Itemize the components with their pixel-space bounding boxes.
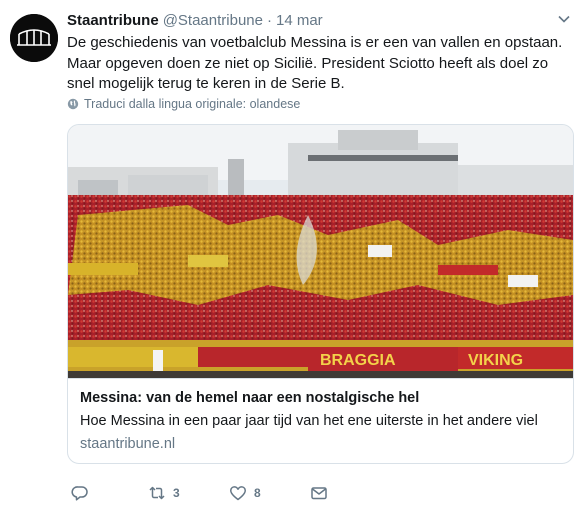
envelope-icon xyxy=(311,487,327,500)
card-body[interactable]: Messina: van de hemel naar een nostalgis… xyxy=(68,378,573,463)
globe-icon xyxy=(67,98,79,110)
tweet-text: De geschiedenis van voetbalclub Messina … xyxy=(67,34,563,92)
avatar[interactable] xyxy=(10,14,58,62)
card-image[interactable]: BRAGGIA VIKING xyxy=(68,125,573,378)
retweet-button[interactable]: 3 xyxy=(148,482,180,504)
banner-text-1: BRAGGIA xyxy=(320,352,396,369)
card-domain: staantribune.nl xyxy=(80,436,176,452)
translate-link[interactable]: Traduci dalla lingua originale: olandese xyxy=(67,97,300,111)
retweet-count: 3 xyxy=(173,486,180,500)
tweet-date[interactable]: 14 mar xyxy=(276,12,323,29)
like-count: 8 xyxy=(254,486,261,500)
chevron-down-icon[interactable] xyxy=(558,15,570,23)
card-title: Messina: van de hemel naar een nostalgis… xyxy=(80,390,420,406)
retweet-icon xyxy=(149,486,165,500)
card-description: Hoe Messina in een paar jaar tijd van he… xyxy=(80,413,538,429)
translate-label: Traduci dalla lingua originale: olandese xyxy=(84,97,301,111)
heart-icon xyxy=(230,486,246,501)
display-name[interactable]: Staantribune xyxy=(67,12,159,29)
reply-icon xyxy=(71,486,88,501)
user-handle[interactable]: @Staantribune xyxy=(163,12,263,29)
link-card[interactable]: BRAGGIA VIKING Messina: van de hemel naa… xyxy=(67,124,574,464)
separator: · xyxy=(266,11,272,29)
tweet-header: Staantribune @Staantribune · 14 mar xyxy=(67,10,554,30)
banner-text-2: VIKING xyxy=(468,352,523,369)
direct-message-button[interactable] xyxy=(310,482,328,504)
stadium-logo-icon xyxy=(10,14,58,62)
tweet-actions: 3 8 xyxy=(67,482,387,504)
like-button[interactable]: 8 xyxy=(229,482,261,504)
reply-button[interactable] xyxy=(71,482,89,504)
stadium-crowd-photo: BRAGGIA VIKING xyxy=(68,125,573,378)
